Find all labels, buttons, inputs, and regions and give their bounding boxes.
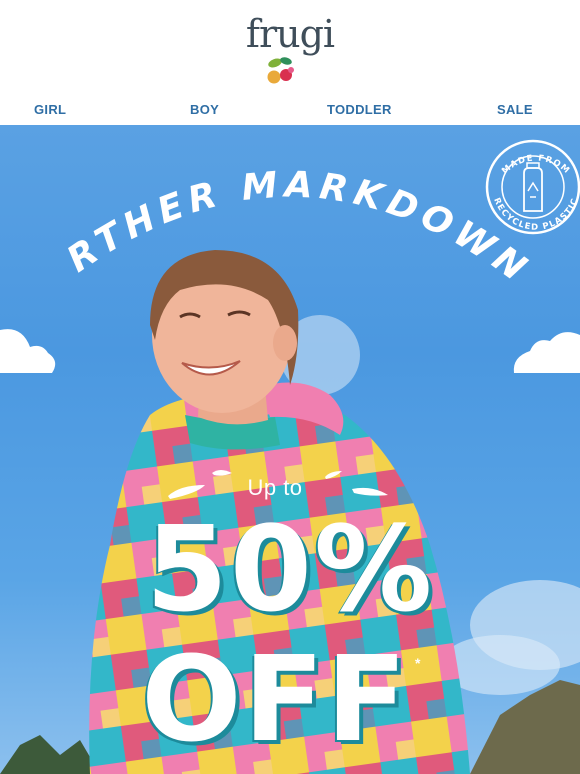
offer-prefix: Up to [247, 475, 303, 500]
offer-suffix: OFF [141, 630, 409, 768]
svg-text:RECYCLED PLASTIC: RECYCLED PLASTIC [491, 196, 580, 232]
offer-asterisk: * [415, 655, 421, 671]
logo-wordmark: frugi [245, 12, 335, 56]
nav-boy[interactable]: BOY [190, 102, 219, 117]
hero-banner[interactable]: FURTHER MARKDOWNS MADE FROM RECYCLED PLA… [0, 125, 580, 774]
category-nav: GIRL BOY TODDLER SALE [0, 96, 580, 124]
cloud-left [0, 329, 56, 373]
nav-sale[interactable]: SALE [497, 102, 533, 117]
nav-toddler[interactable]: TODDLER [327, 102, 392, 117]
nav-girl[interactable]: GIRL [34, 102, 66, 117]
offer-amount: 50% [145, 500, 435, 638]
frugi-logo[interactable]: frugi [225, 12, 355, 90]
cloud-right [513, 332, 580, 373]
recycled-bottle-icon [523, 162, 543, 212]
recycled-plastic-badge: MADE FROM RECYCLED PLASTIC [485, 139, 580, 235]
berries-icon [267, 57, 294, 84]
